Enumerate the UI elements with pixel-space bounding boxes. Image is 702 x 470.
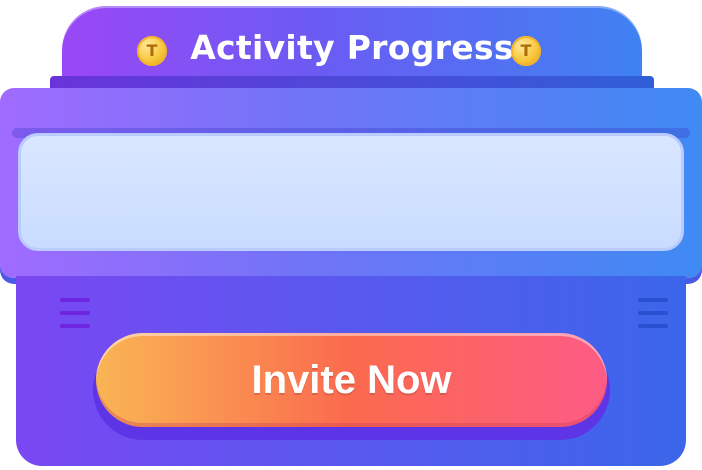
vent-left-decoration xyxy=(60,298,90,337)
coin-glyph: T xyxy=(520,41,532,60)
gold-coin-icon: T xyxy=(511,36,541,66)
vent-right-decoration xyxy=(638,298,668,337)
progress-panel xyxy=(18,133,684,251)
invite-now-button[interactable]: Invite Now xyxy=(96,333,607,427)
card-lid xyxy=(0,88,702,278)
page-title: Activity Progress xyxy=(190,28,514,67)
invite-now-label: Invite Now xyxy=(251,358,452,402)
activity-progress-card: T Activity Progress T Invite Now xyxy=(0,0,702,470)
